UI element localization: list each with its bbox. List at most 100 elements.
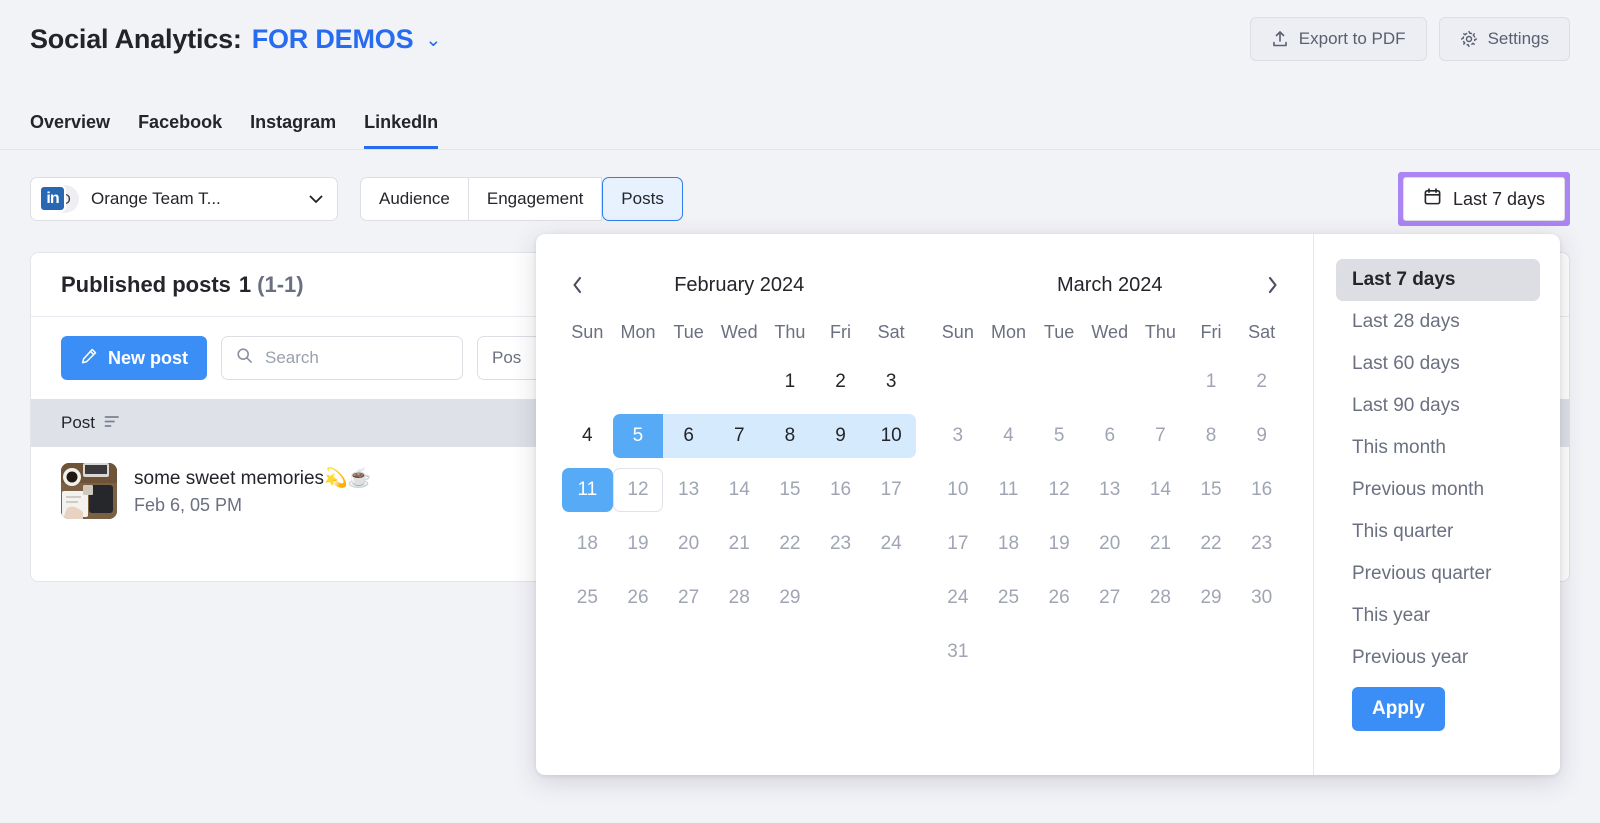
prev-month-icon[interactable] [560,268,594,302]
calendar-day: 19 [613,517,664,571]
post-thumbnail [61,463,117,519]
calendar-day-number: 12 [1049,479,1070,501]
export-to-pdf-button[interactable]: Export to PDF [1250,17,1427,61]
calendar-day-number: 11 [577,479,597,501]
calendar-day[interactable]: 2 [815,355,866,409]
published-posts-range: (1-1) [257,272,303,298]
weekday-sat: Sat [866,322,917,343]
date-range-button[interactable]: Last 7 days [1403,177,1565,221]
calendar-day-number: 14 [729,479,750,501]
calendar-day[interactable]: 10 [866,409,917,463]
calendar-day-number: 30 [1251,587,1272,609]
calendar-day: 1 [1186,355,1237,409]
calendar-day-number: 4 [1003,425,1014,447]
calendar-day: 11 [983,463,1034,517]
calendar-day[interactable]: 12 [613,463,664,517]
preset-previous-month[interactable]: Previous month [1336,469,1540,511]
calendar-day-number: 10 [947,479,968,501]
calendar-day-number: 19 [627,533,648,555]
calendar-day-number: 27 [1099,587,1120,609]
calendar-day-number: 6 [1104,425,1115,447]
chevron-down-icon[interactable]: ⌄ [425,29,441,52]
calendar-day-number: 21 [1150,533,1171,555]
calendar-day: 28 [1135,571,1186,625]
calendar-day[interactable]: 5 [613,409,664,463]
calendar-day[interactable]: 7 [714,409,765,463]
calendar-day-number: 17 [947,533,968,555]
calendar-day-number: 9 [835,425,846,447]
calendar-day-number: 24 [947,587,968,609]
calendar-day: 27 [663,571,714,625]
chevron-down-icon [309,191,323,207]
weekday-tue: Tue [663,322,714,343]
preset-this-year[interactable]: This year [1336,595,1540,637]
month-march: March 2024 Sun Mon Tue Wed Thu Fri Sat 1… [933,264,1288,679]
settings-label: Settings [1488,29,1549,49]
tab-instagram[interactable]: Instagram [250,112,336,149]
segment-audience[interactable]: Audience [360,177,469,221]
segment-posts[interactable]: Posts [602,177,683,221]
calendar-day-number: 13 [1099,479,1120,501]
tab-linkedin[interactable]: LinkedIn [364,112,438,149]
calendar-day: 18 [562,517,613,571]
sort-icon[interactable] [104,413,120,433]
calendar-day[interactable]: 1 [765,355,816,409]
calendar-day: 13 [663,463,714,517]
linkedin-icon: in [39,185,66,212]
date-picker-popup: February 2024 Sun Mon Tue Wed Thu Fri Sa… [536,234,1560,775]
calendar-day[interactable]: 11 [562,463,613,517]
calendar-day-number: 21 [729,533,750,555]
calendar-day-number: 1 [785,371,796,393]
preset-last-7-days[interactable]: Last 7 days [1336,259,1540,301]
calendar-day-number: 8 [785,425,796,447]
next-month-icon[interactable] [1255,268,1289,302]
month-title-march: March 2024 [1057,274,1163,297]
date-range-label: Last 7 days [1453,189,1545,210]
calendar-day-number: 1 [1206,371,1217,393]
calendar-day-number: 11 [999,479,1019,501]
preset-this-month[interactable]: This month [1336,427,1540,469]
tab-overview[interactable]: Overview [30,112,110,149]
calendar-day[interactable]: 8 [765,409,816,463]
tab-facebook[interactable]: Facebook [138,112,222,149]
preset-last-60-days[interactable]: Last 60 days [1336,343,1540,385]
preset-last-28-days[interactable]: Last 28 days [1336,301,1540,343]
calendar-day-blank [1034,355,1085,409]
calendar-day-blank [1084,355,1135,409]
calendar-day-number: 26 [627,587,648,609]
project-selector-label[interactable]: FOR DEMOS [252,24,414,55]
apply-button[interactable]: Apply [1352,687,1445,731]
calendar-day: 2 [1236,355,1287,409]
calendar-day: 22 [1186,517,1237,571]
account-selector[interactable]: O in Orange Team T... [30,177,338,221]
page-title: Social Analytics: FOR DEMOS ⌄ [30,24,441,55]
header-actions: Export to PDF Settings [1250,17,1570,61]
calendar-day[interactable]: 4 [562,409,613,463]
preset-last-90-days[interactable]: Last 90 days [1336,385,1540,427]
calendar-day-number: 2 [835,371,846,393]
weekday-row: Sun Mon Tue Wed Thu Fri Sat [933,322,1288,343]
segment-engagement[interactable]: Engagement [469,177,602,221]
calendar-day-number: 5 [1054,425,1065,447]
preset-previous-year[interactable]: Previous year [1336,637,1540,679]
calendar-day-number: 23 [830,533,851,555]
calendar-day-number: 22 [779,533,800,555]
settings-button[interactable]: Settings [1439,17,1570,61]
calendar-day: 10 [933,463,984,517]
calendar-day[interactable]: 3 [866,355,917,409]
calendar-day: 14 [1135,463,1186,517]
calendar-day-number: 18 [998,533,1019,555]
search-input[interactable] [263,347,448,369]
calendar-day[interactable]: 6 [663,409,714,463]
preset-this-quarter[interactable]: This quarter [1336,511,1540,553]
search-box[interactable] [221,336,463,380]
preset-previous-quarter[interactable]: Previous quarter [1336,553,1540,595]
calendar-day: 27 [1084,571,1135,625]
weekday-sat: Sat [1236,322,1287,343]
calendar-day: 14 [714,463,765,517]
new-post-button[interactable]: New post [61,336,207,380]
month-february: February 2024 Sun Mon Tue Wed Thu Fri Sa… [562,264,917,679]
calendar-day[interactable]: 9 [815,409,866,463]
column-header-post: Post [61,413,95,433]
calendar-day: 5 [1034,409,1085,463]
